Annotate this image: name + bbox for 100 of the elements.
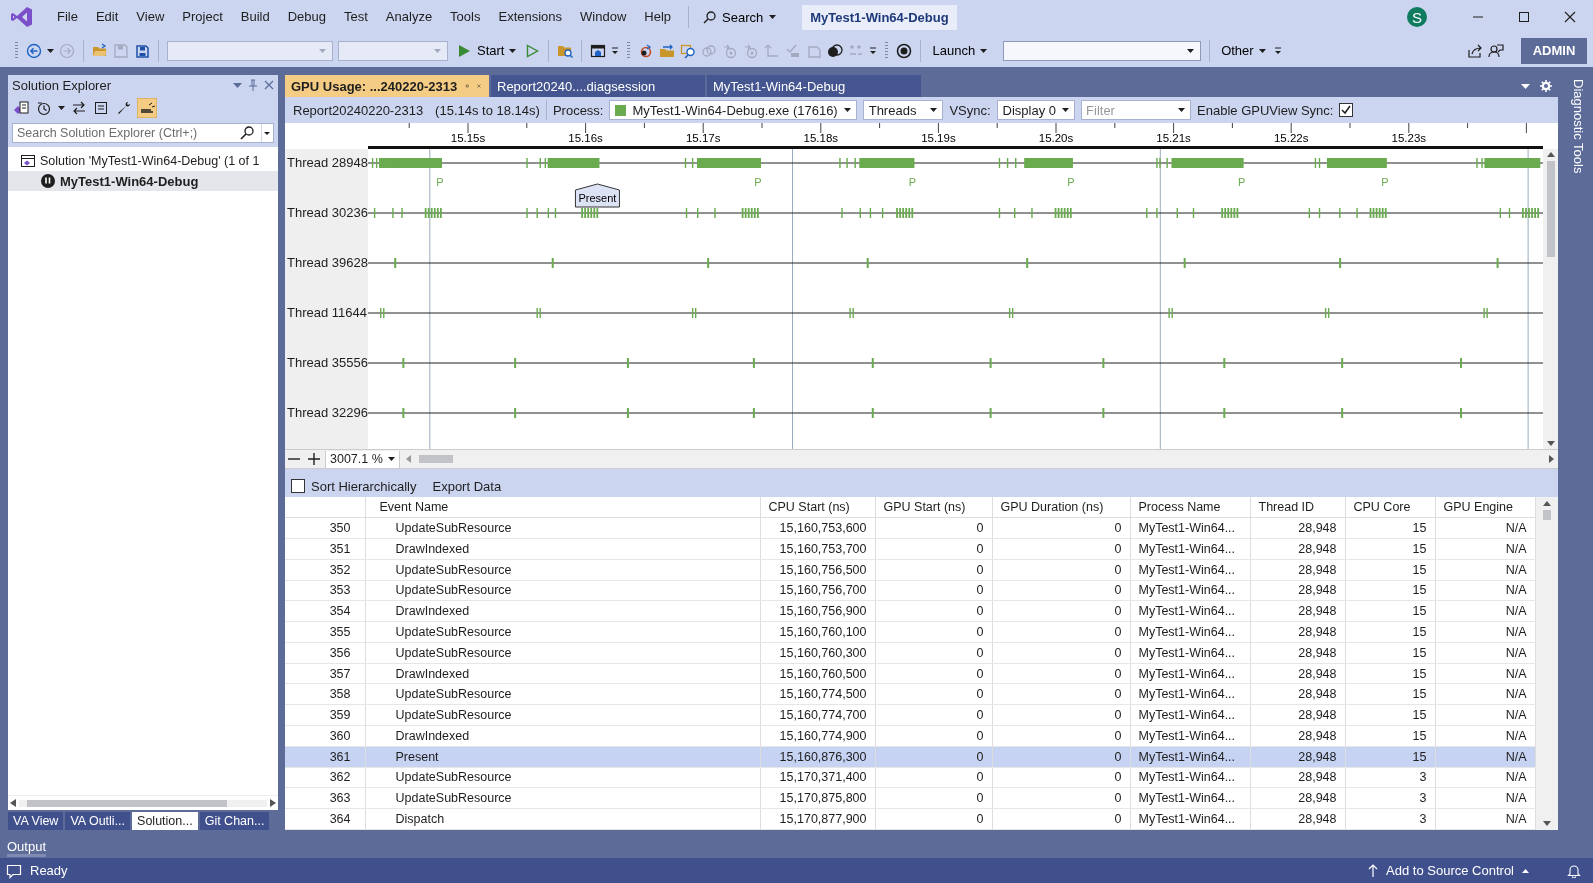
menu-item[interactable]: Edit — [86, 7, 128, 27]
filter-field[interactable]: Filter — [1081, 100, 1192, 120]
column-header[interactable]: CPU Start (ns) — [760, 497, 875, 518]
column-header[interactable]: CPU Core — [1345, 497, 1435, 518]
overflow-icon[interactable] — [869, 46, 878, 55]
admin-button[interactable]: ADMIN — [1521, 37, 1587, 64]
menu-item[interactable]: Tools — [441, 7, 490, 27]
scroll-down-icon[interactable] — [1546, 441, 1555, 446]
thread-track[interactable] — [368, 208, 1543, 218]
launch-button[interactable]: Launch — [929, 41, 991, 60]
thread-track[interactable] — [368, 258, 1543, 268]
table-row[interactable]: 352 UpdateSubResource 15,160,756,500 0 0 MyTest1-Win64... 28,948 15 N/A — [285, 559, 1535, 581]
panel-tab[interactable]: VA View — [8, 812, 64, 830]
table-row[interactable]: 354 DrawIndexed 15,160,756,900 0 0 MyTest1-Win64... 28,948 15 N/A — [285, 600, 1535, 622]
table-row[interactable]: 360 DrawIndexed 15,160,774,900 0 0 MyTest1-Win64... 28,948 15 N/A — [285, 725, 1535, 747]
document-tab[interactable]: MyTest1-Win64-Debug — [707, 75, 921, 97]
scrollbar-thumb[interactable] — [1546, 161, 1555, 257]
caret-icon[interactable] — [1178, 108, 1186, 112]
zoom-dropdown[interactable]: 3007.1 % — [325, 450, 400, 468]
column-header[interactable]: Process Name — [1130, 497, 1250, 518]
scroll-right-icon[interactable] — [1549, 455, 1554, 463]
panel-tab[interactable]: VA Outli... — [65, 812, 131, 830]
scroll-right-icon[interactable] — [270, 799, 276, 807]
column-header[interactable]: GPU Start (ns) — [875, 497, 992, 518]
bell-icon[interactable] — [1567, 863, 1581, 878]
scrollbar-thumb[interactable] — [418, 455, 453, 463]
sort-checkbox[interactable] — [291, 479, 305, 493]
table-row[interactable]: 358 UpdateSubResource 15,160,774,500 0 0 MyTest1-Win64... 28,948 15 N/A — [285, 683, 1535, 705]
table-row[interactable]: 353 UpdateSubResource 15,160,756,700 0 0 MyTest1-Win64... 28,948 15 N/A — [285, 580, 1535, 601]
side-tab[interactable]: Diagnostic Tools — [1570, 79, 1586, 174]
table-row[interactable]: 356 UpdateSubResource 15,160,760,300 0 0 MyTest1-Win64... 28,948 15 N/A — [285, 642, 1535, 664]
scrollbar-thumb[interactable] — [27, 799, 227, 807]
folder-icon[interactable] — [92, 42, 108, 59]
scrollbar-thumb[interactable] — [1542, 510, 1551, 520]
menu-item[interactable]: Project — [173, 7, 232, 27]
search-icon[interactable] — [240, 126, 254, 140]
tree-item[interactable]: MyTest1-Win64-Debug — [8, 171, 278, 191]
check-icon[interactable] — [785, 42, 802, 59]
avatar[interactable]: S — [1407, 7, 1427, 27]
source-control-button[interactable]: Add to Source Control — [1362, 862, 1535, 879]
other-button[interactable]: Other — [1218, 41, 1269, 60]
message-icon[interactable] — [6, 862, 22, 879]
preview-icon[interactable] — [137, 98, 157, 118]
table-row[interactable]: 364 Dispatch 15,170,877,900 0 0 MyTest1-Win64... 28,948 3 N/A — [285, 808, 1535, 830]
record-icon[interactable] — [896, 42, 913, 59]
menu-item[interactable]: Analyze — [376, 7, 442, 27]
table-row[interactable]: 357 DrawIndexed 15,160,760,500 0 0 MyTest1-Win64... 28,948 15 N/A — [285, 663, 1535, 684]
menu-item[interactable]: Extensions — [489, 7, 572, 27]
breakpoint-icon[interactable] — [827, 42, 844, 59]
feedback-icon[interactable] — [1488, 42, 1504, 59]
table-row[interactable]: 361 Present 15,160,876,300 0 0 MyTest1-Win64... 28,948 15 N/A — [285, 746, 1535, 768]
present-callout[interactable]: Present — [574, 183, 620, 208]
search-field[interactable]: Search Solution Explorer (Ctrl+;) — [12, 123, 274, 143]
menu-item[interactable]: Debug — [278, 7, 335, 27]
maximize-icon[interactable] — [1516, 9, 1532, 25]
overflow-icon[interactable] — [611, 46, 620, 55]
thread-track[interactable] — [368, 358, 1543, 368]
vertical-scrollbar[interactable] — [1535, 497, 1558, 830]
save-all-icon[interactable] — [134, 42, 150, 59]
table-row[interactable]: 351 DrawIndexed 15,160,753,700 0 0 MyTest1-Win64... 28,948 15 N/A — [285, 538, 1535, 560]
menu-item[interactable]: File — [48, 7, 87, 27]
tree-item[interactable]: Solution 'MyTest1-Win64-Debug' (1 of 1 — [8, 151, 278, 171]
close-icon[interactable] — [1562, 9, 1578, 25]
pin-icon[interactable] — [465, 81, 470, 91]
table-row[interactable]: 359 UpdateSubResource 15,160,774,700 0 0 MyTest1-Win64... 28,948 15 N/A — [285, 704, 1535, 726]
menu-item[interactable]: Window — [571, 7, 636, 27]
menu-item[interactable]: Build — [231, 7, 279, 27]
document-tab[interactable]: Report20240....diagsession — [491, 75, 705, 97]
start-button[interactable]: Start — [453, 40, 520, 61]
menu-item[interactable]: View — [127, 7, 174, 27]
thread-track[interactable] — [368, 308, 1543, 318]
vsync-dropdown[interactable]: Display 0 — [996, 100, 1076, 120]
clock-icon[interactable] — [36, 100, 52, 116]
target-dropdown[interactable] — [1003, 40, 1202, 61]
panel-tab[interactable]: Git Chan... — [199, 812, 270, 830]
scroll-up-icon[interactable] — [1542, 501, 1551, 506]
solution-icon[interactable] — [12, 100, 30, 116]
scroll-down-icon[interactable] — [1542, 821, 1551, 826]
table-row[interactable]: 350 UpdateSubResource 15,160,753,600 0 0 MyTest1-Win64... 28,948 15 N/A — [285, 517, 1535, 539]
thread-track[interactable] — [368, 408, 1543, 418]
sync-arrows-icon[interactable] — [71, 100, 87, 116]
horizontal-scrollbar[interactable] — [8, 795, 278, 810]
scroll-left-icon[interactable] — [10, 799, 16, 807]
share-icon[interactable] — [1467, 42, 1483, 59]
export-data-link[interactable]: Export Data — [432, 478, 502, 494]
table-row[interactable]: 355 UpdateSubResource 15,160,760,100 0 0 MyTest1-Win64... 28,948 15 N/A — [285, 621, 1535, 643]
view-dropdown[interactable]: Threads — [862, 100, 944, 120]
column-header[interactable]: GPU Engine — [1435, 497, 1535, 518]
vertical-scrollbar[interactable] — [1543, 149, 1558, 449]
magnifier-window-icon[interactable] — [680, 42, 697, 59]
column-header[interactable]: Thread ID — [1250, 497, 1345, 518]
dropdown-arrow-icon[interactable] — [261, 124, 273, 142]
column-header[interactable]: Event Name — [365, 497, 760, 518]
play-outline-icon[interactable] — [524, 42, 541, 59]
collapse-icon[interactable] — [93, 100, 109, 116]
search-button[interactable]: Search — [697, 7, 783, 27]
table-row[interactable]: 362 UpdateSubResource 15,170,371,400 0 0 MyTest1-Win64... 28,948 3 N/A — [285, 767, 1535, 788]
menu-item[interactable]: Test — [335, 7, 377, 27]
panel-tab[interactable]: Solution... — [132, 812, 198, 830]
thread-track[interactable] — [368, 158, 1543, 168]
